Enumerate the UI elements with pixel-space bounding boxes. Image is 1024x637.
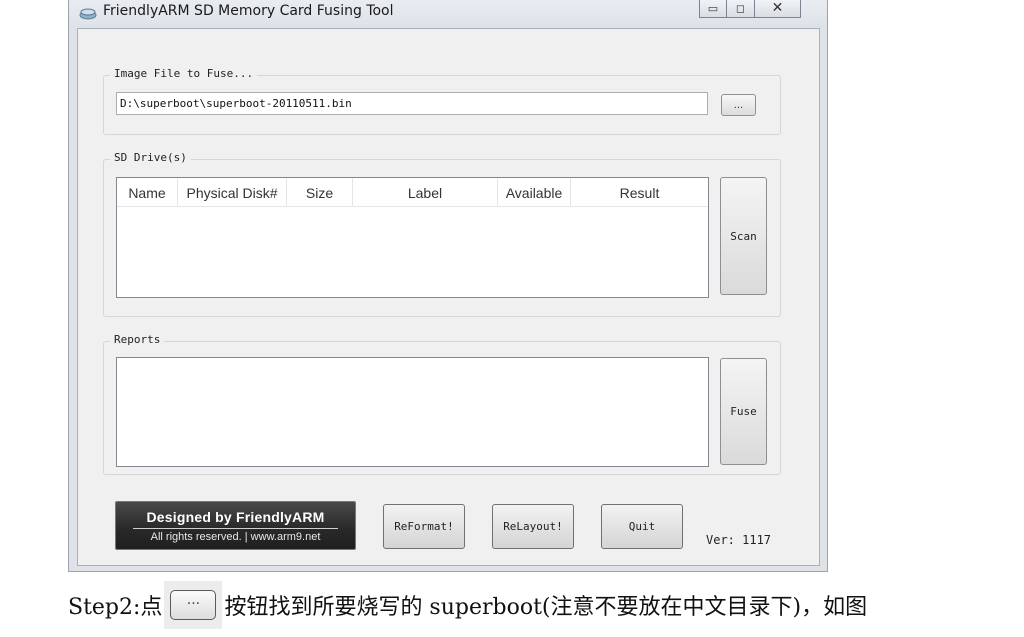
app-window: FriendlyARM SD Memory Card Fusing Tool ▭… xyxy=(68,0,828,572)
reformat-button-label: ReFormat! xyxy=(394,520,454,533)
sd-drives-group: SD Drive(s) Name Physical Disk# Size Lab… xyxy=(103,151,781,317)
maximize-button[interactable]: ◻ xyxy=(727,0,755,18)
image-file-group-label: Image File to Fuse... xyxy=(110,67,258,80)
sd-card-icon xyxy=(79,8,97,20)
fuse-button-label: Fuse xyxy=(730,405,757,418)
quit-button-label: Quit xyxy=(628,520,656,533)
relayout-button-label: ReLayout! xyxy=(503,520,563,533)
sd-drives-group-label: SD Drive(s) xyxy=(110,151,191,164)
scan-button-label: Scan xyxy=(730,229,757,243)
minimize-button[interactable]: ▭ xyxy=(699,0,727,18)
reports-group: Reports xyxy=(103,333,781,475)
relayout-button[interactable]: ReLayout! xyxy=(492,504,574,549)
column-header-physical-disk[interactable]: Physical Disk# xyxy=(178,178,287,207)
instruction-caption: Step2:点 ... 按钮找到所要烧写的 superboot(注意不要放在中文… xyxy=(68,577,867,633)
brand-title: Designed by FriendlyARM xyxy=(146,509,325,525)
caption-prefix: Step2:点 xyxy=(68,595,163,620)
brand-divider xyxy=(133,528,338,529)
window-controls: ▭ ◻ ✕ xyxy=(699,0,801,18)
caption-button-glyph: ... xyxy=(186,592,201,608)
image-file-group: Image File to Fuse... D:\superboot\super… xyxy=(103,67,781,135)
close-icon: ✕ xyxy=(771,0,784,16)
version-label: Ver: 1117 xyxy=(706,533,772,547)
title-bar[interactable]: FriendlyARM SD Memory Card Fusing Tool ▭… xyxy=(69,0,827,28)
image-path-input[interactable]: D:\superboot\superboot-20110511.bin xyxy=(116,92,708,115)
sd-drives-list-header: Name Physical Disk# Size Label Available… xyxy=(117,178,708,207)
caption-suffix: 按钮找到所要烧写的 superboot(注意不要放在中文目录下)，如图 xyxy=(224,595,868,620)
column-header-name[interactable]: Name xyxy=(117,178,178,207)
brand-subtitle: All rights reserved. | www.arm9.net xyxy=(150,531,321,543)
browse-button-label: ... xyxy=(733,99,744,111)
reformat-button[interactable]: ReFormat! xyxy=(383,504,465,549)
caption-browse-button-icon: ... xyxy=(170,590,217,620)
reports-group-label: Reports xyxy=(110,333,165,346)
friendlyarm-logo: Designed by FriendlyARM All rights reser… xyxy=(115,501,356,550)
window-title: FriendlyARM SD Memory Card Fusing Tool xyxy=(103,3,394,19)
column-header-result[interactable]: Result xyxy=(571,178,708,207)
fuse-button[interactable]: Fuse xyxy=(720,358,767,465)
sd-drives-list[interactable]: Name Physical Disk# Size Label Available… xyxy=(116,177,709,298)
column-header-label[interactable]: Label xyxy=(353,178,498,207)
window-client-area: Image File to Fuse... D:\superboot\super… xyxy=(77,28,820,566)
scan-button[interactable]: Scan xyxy=(720,177,767,295)
reports-textarea[interactable] xyxy=(116,357,709,467)
browse-button[interactable]: ... xyxy=(721,94,756,116)
column-header-available[interactable]: Available xyxy=(498,178,571,207)
minimize-icon: ▭ xyxy=(707,1,719,15)
caption-button-image: ... xyxy=(164,581,223,629)
column-header-size[interactable]: Size xyxy=(287,178,353,207)
quit-button[interactable]: Quit xyxy=(601,504,683,549)
close-button[interactable]: ✕ xyxy=(755,0,801,18)
maximize-icon: ◻ xyxy=(735,1,746,15)
